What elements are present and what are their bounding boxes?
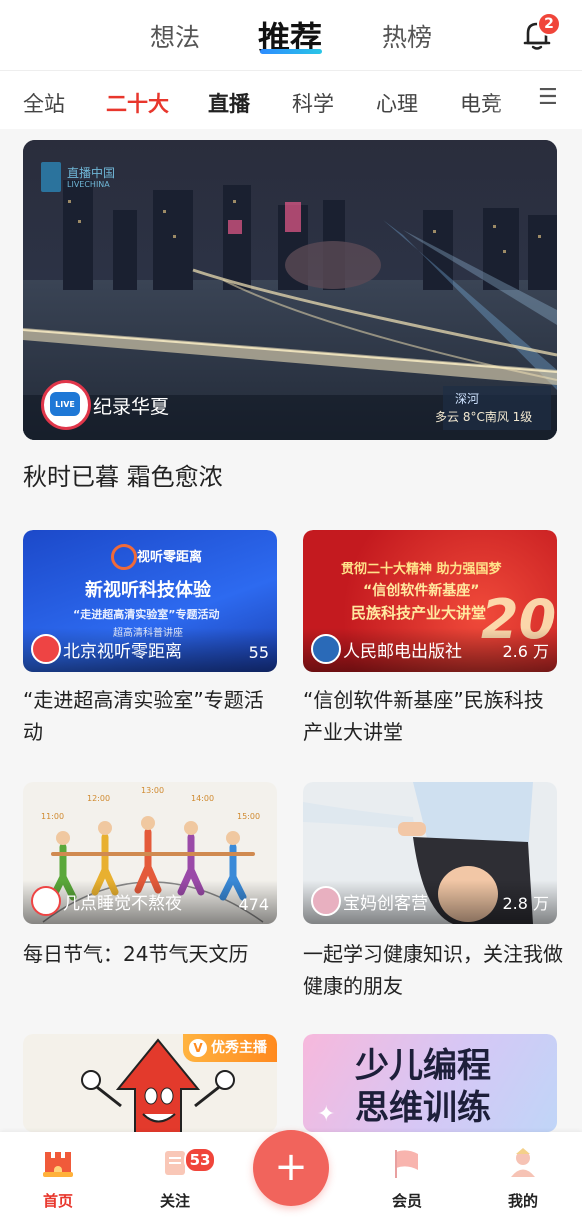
category-all[interactable]: 全站	[23, 88, 65, 118]
active-tab-underline	[260, 49, 322, 54]
weather-place: 深河	[455, 392, 480, 406]
watermark-text: 直播中国	[67, 166, 116, 180]
feature-live-card[interactable]: 直播中国 LIVECHINA 深河 多云 8°C南风 1级 LIVE 纪录华夏	[23, 140, 557, 440]
tab-hot-list[interactable]: 热榜	[382, 18, 432, 54]
card-title[interactable]: 每日节气：24节气天文历	[23, 938, 283, 970]
nav-me[interactable]: 我的	[488, 1146, 558, 1211]
thumbnail-subline: “走进超高清实验室”专题活动	[73, 608, 220, 621]
brand-logo-icon	[111, 544, 137, 570]
card-author[interactable]: 宝妈创客营	[343, 889, 428, 914]
thumbnail-line-3: 民族科技产业大讲堂	[351, 604, 487, 622]
nav-label: 我的	[507, 1192, 538, 1210]
member-flag-icon	[395, 1150, 418, 1178]
nav-home[interactable]: 首页	[23, 1146, 93, 1211]
menu-icon[interactable]: ☰	[538, 85, 558, 110]
category-science[interactable]: 科学	[292, 88, 334, 118]
clock-avatar-icon[interactable]	[31, 886, 61, 916]
verified-v-icon: V	[189, 1039, 207, 1057]
video-card[interactable]: 少儿编程 思维训练 ✦	[303, 1034, 557, 1132]
card-view-count: 2.6 万	[502, 642, 549, 661]
profile-person-icon	[511, 1148, 535, 1177]
author-avatar[interactable]	[311, 634, 341, 664]
video-card[interactable]: 宝妈创客营 2.8 万	[303, 782, 557, 924]
nav-member[interactable]: 会员	[372, 1146, 442, 1211]
weather-text: 多云 8°C南风 1级	[435, 410, 533, 424]
tab-ideas[interactable]: 想法	[150, 18, 200, 54]
category-bar: 全站 二十大 直播 科学 心理 电竞 ☰	[0, 70, 582, 129]
thumbnail-line-1: 贯彻二十大精神 助力强国梦	[341, 562, 502, 577]
nav-label: 关注	[159, 1192, 190, 1210]
category-live[interactable]: 直播	[208, 88, 250, 118]
video-card[interactable]: V 优秀主播	[23, 1034, 277, 1132]
author-avatar[interactable]	[311, 886, 341, 916]
author-avatar[interactable]	[31, 634, 61, 664]
live-avatar[interactable]: LIVE	[41, 380, 91, 430]
badge-label: 优秀主播	[211, 1040, 267, 1056]
nav-label: 首页	[42, 1192, 73, 1210]
thumbnail-headline: 新视听科技体验	[85, 580, 211, 601]
thumbnail-line-2: “信创软件新基座”	[363, 583, 480, 599]
card-title[interactable]: 一起学习健康知识，关注我做健康的朋友	[303, 938, 563, 1002]
feature-title[interactable]: 秋时已暮 霜色愈浓	[23, 457, 223, 492]
thumbnail-brand: 视听零距离	[137, 550, 203, 565]
video-card[interactable]: 11:00 12:00 13:00 14:00 15:00 几点睡觉不熬夜 47…	[23, 782, 277, 924]
watermark-subtext: LIVECHINA	[67, 180, 110, 189]
card-view-count: 55	[248, 643, 269, 662]
card-view-count: 474	[238, 895, 269, 914]
create-plus-button[interactable]: +	[253, 1130, 329, 1206]
live-icon: LIVE	[50, 392, 80, 416]
category-20th-congress[interactable]: 二十大	[106, 88, 169, 118]
video-card[interactable]: 视听零距离 新视听科技体验 “走进超高清实验室”专题活动 超高清科普讲座 北京视…	[23, 530, 277, 672]
card-author[interactable]: 人民邮电出版社	[343, 637, 462, 662]
sparkle-icon: ✦	[317, 1102, 336, 1127]
follow-badge: 53	[184, 1147, 216, 1173]
card-title[interactable]: “信创软件新基座”民族科技产业大讲堂	[303, 684, 563, 748]
category-fade	[490, 71, 530, 129]
category-psychology[interactable]: 心理	[376, 88, 418, 118]
notification-badge: 2	[537, 12, 561, 36]
card-author[interactable]: 北京视听零距离	[63, 637, 182, 662]
top-bar: 想法 推荐 热榜 2	[0, 0, 582, 70]
video-card[interactable]: 贯彻二十大精神 助力强国梦 “信创软件新基座” 民族科技产业大讲堂 20 人民邮…	[303, 530, 557, 672]
feature-author[interactable]: 纪录华夏	[93, 392, 169, 419]
card-view-count: 2.8 万	[502, 894, 549, 913]
nav-label: 会员	[391, 1192, 422, 1210]
home-castle-icon	[43, 1152, 73, 1177]
card-author[interactable]: 几点睡觉不熬夜	[63, 889, 182, 914]
featured-streamer-badge: V 优秀主播	[183, 1034, 277, 1062]
card-title[interactable]: “走进超高清实验室”专题活动	[23, 684, 283, 748]
card-thumbnail: 少儿编程 思维训练 ✦	[303, 1034, 557, 1132]
thumbnail-line-2: 思维训练	[355, 1088, 491, 1128]
livechina-logo-icon	[41, 162, 61, 192]
